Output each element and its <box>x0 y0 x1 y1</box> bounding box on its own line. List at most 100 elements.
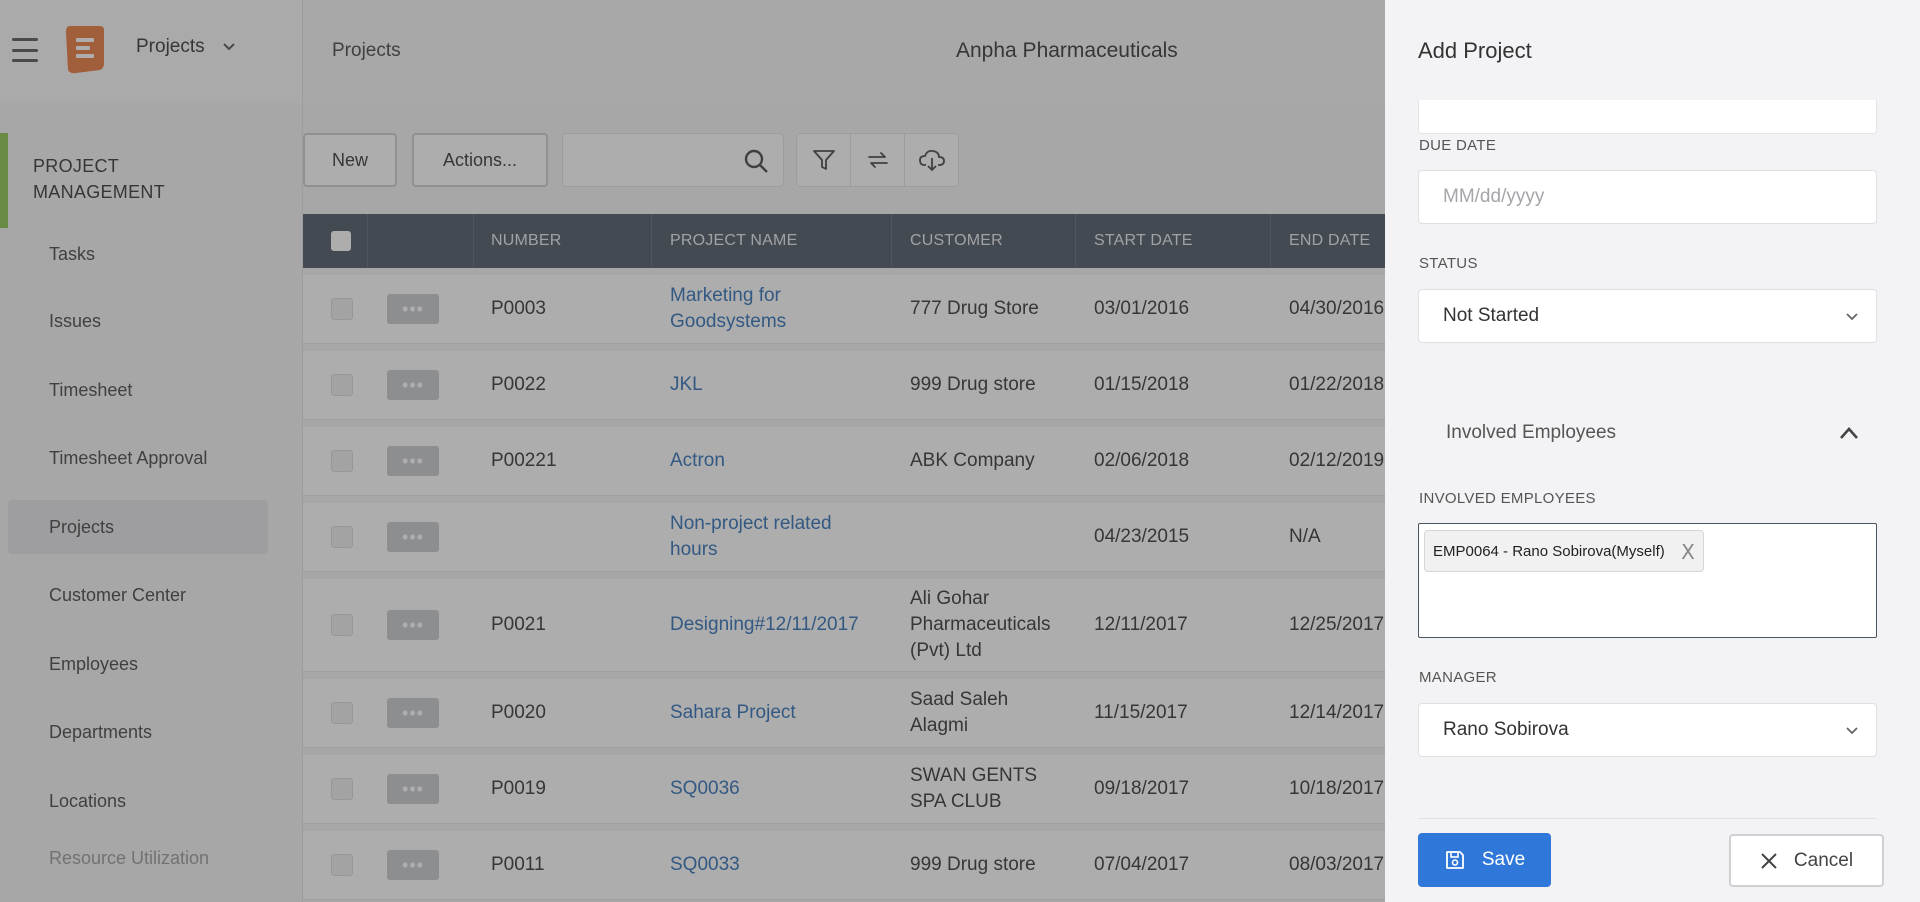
more-icon[interactable]: ••• <box>387 522 439 552</box>
row-checkbox[interactable] <box>331 778 353 800</box>
actions-button[interactable]: Actions... <box>412 133 548 187</box>
more-icon[interactable]: ••• <box>387 610 439 640</box>
column-header-number[interactable]: Number <box>491 214 562 268</box>
cell-start-date: 01/15/2018 <box>1094 374 1190 395</box>
due-date-input[interactable]: MM/dd/yyyy <box>1418 170 1877 224</box>
search-icon[interactable] <box>743 148 769 174</box>
chevron-down-icon <box>1846 727 1858 735</box>
cell-number: P0019 <box>491 778 546 799</box>
save-button[interactable]: Save <box>1418 833 1551 887</box>
sidebar-item-issues[interactable]: Issues <box>8 294 268 348</box>
row-checkbox[interactable] <box>331 298 353 320</box>
app-switcher-zone: Projects <box>0 0 303 103</box>
cell-number: P0003 <box>491 298 546 319</box>
manager-label: MANAGER <box>1419 669 1497 686</box>
cell-end-date: 02/12/2019 <box>1289 450 1385 471</box>
select-all-checkbox[interactable] <box>331 231 351 251</box>
row-checkbox[interactable] <box>331 374 353 396</box>
sidebar-item-employees[interactable]: Employees <box>8 637 268 691</box>
cell-customer: Saad Saleh Alagmi <box>910 689 1009 736</box>
previous-field-edge <box>1418 100 1877 134</box>
row-checkbox[interactable] <box>331 854 353 876</box>
cell-start-date: 12/11/2017 <box>1094 614 1188 635</box>
download-button[interactable] <box>905 134 958 186</box>
footer-divider <box>1418 818 1877 819</box>
cell-number: P0021 <box>491 614 546 635</box>
cell-start-date: 03/01/2016 <box>1094 298 1190 319</box>
module-selector[interactable]: Projects <box>136 36 235 58</box>
cell-customer: SWAN GENTS SPA CLUB <box>910 765 1038 812</box>
drawer-title: Add Project <box>1418 38 1532 63</box>
sidebar-item-projects[interactable]: Projects <box>8 500 268 554</box>
cell-project-name[interactable]: SQ0033 <box>670 852 740 878</box>
cancel-label: Cancel <box>1793 849 1854 871</box>
row-checkbox[interactable] <box>331 614 353 636</box>
cell-project-name[interactable]: Designing#12/11/2017 <box>670 612 859 638</box>
sidebar-item-timesheet-approval[interactable]: Timesheet Approval <box>8 431 268 485</box>
cell-start-date: 07/04/2017 <box>1094 854 1190 875</box>
status-select[interactable]: Not Started <box>1418 289 1877 343</box>
cell-project-name[interactable]: SQ0036 <box>670 776 740 802</box>
cell-customer: ABK Company <box>910 450 1035 471</box>
sidebar-item-tasks[interactable]: Tasks <box>8 227 268 281</box>
involved-employees-label: INVOLVED EMPLOYEES <box>1419 490 1596 507</box>
chevron-down-icon <box>222 43 235 51</box>
cell-project-name[interactable]: JKL <box>670 372 703 398</box>
chevron-up-icon <box>1840 427 1858 439</box>
cell-number: P00221 <box>491 450 557 471</box>
cell-end-date: 08/03/2017 <box>1289 854 1385 875</box>
menu-icon[interactable] <box>12 38 38 62</box>
cell-project-name[interactable]: Marketing for Goodsystems <box>670 283 786 335</box>
column-header-customer[interactable]: Customer <box>910 214 1003 268</box>
cell-customer: 999 Drug store <box>910 374 1036 395</box>
sidebar-item-customer-center[interactable]: Customer Center <box>8 568 268 622</box>
column-header-start-date[interactable]: Start Date <box>1094 214 1193 268</box>
sidebar-item-locations[interactable]: Locations <box>8 774 268 828</box>
close-icon[interactable]: X <box>1681 540 1695 564</box>
save-icon <box>1445 851 1464 869</box>
sidebar-item-timesheet[interactable]: Timesheet <box>8 363 268 417</box>
grid-tools <box>796 133 959 187</box>
cell-project-name[interactable]: Non-project related hours <box>670 511 832 563</box>
more-icon[interactable]: ••• <box>387 850 439 880</box>
app-logo <box>66 26 104 74</box>
cancel-button[interactable]: Cancel <box>1729 834 1884 887</box>
status-label: STATUS <box>1419 255 1478 272</box>
save-label: Save <box>1481 849 1526 870</box>
row-checkbox[interactable] <box>331 702 353 724</box>
row-checkbox[interactable] <box>331 526 353 548</box>
more-icon[interactable]: ••• <box>387 446 439 476</box>
status-value: Not Started <box>1443 305 1540 326</box>
more-icon[interactable]: ••• <box>387 294 439 324</box>
column-header-project-name[interactable]: Project Name <box>670 214 797 268</box>
cell-customer: 999 Drug store <box>910 854 1036 875</box>
sidebar: PROJECT MANAGEMENT Tasks Issues Timeshee… <box>0 103 303 902</box>
section-accent <box>0 133 8 228</box>
sidebar-item-resource-utilization[interactable]: Resource Utilization <box>8 841 268 875</box>
employee-tag: EMP0064 - Rano Sobirova(Myself) X <box>1424 530 1704 572</box>
involved-employees-section-toggle[interactable]: Involved Employees <box>1418 408 1877 458</box>
manager-select[interactable]: Rano Sobirova <box>1418 703 1877 757</box>
more-icon[interactable]: ••• <box>387 774 439 804</box>
cell-start-date: 09/18/2017 <box>1094 778 1190 799</box>
cell-project-name[interactable]: Actron <box>670 448 725 474</box>
refresh-button[interactable] <box>851 134 905 186</box>
filter-button[interactable] <box>797 134 851 186</box>
column-header-end-date[interactable]: End Date <box>1289 214 1370 268</box>
due-date-label: DUE DATE <box>1419 137 1497 154</box>
search-input[interactable] <box>562 133 784 187</box>
cell-end-date: 10/18/2017 <box>1289 778 1385 799</box>
cell-project-name[interactable]: Sahara Project <box>670 700 796 726</box>
sidebar-section-title: PROJECT MANAGEMENT <box>33 156 166 202</box>
filter-icon <box>812 150 835 170</box>
more-icon[interactable]: ••• <box>387 370 439 400</box>
cell-end-date: 04/30/2016 <box>1289 298 1385 319</box>
involved-employees-input[interactable]: EMP0064 - Rano Sobirova(Myself) X <box>1418 523 1877 638</box>
more-icon[interactable]: ••• <box>387 698 439 728</box>
new-button[interactable]: New <box>303 133 397 187</box>
row-checkbox[interactable] <box>331 450 353 472</box>
company-name: Anpha Pharmaceuticals <box>956 39 1178 62</box>
cell-number: P0020 <box>491 702 546 723</box>
close-icon <box>1761 852 1777 869</box>
sidebar-item-departments[interactable]: Departments <box>8 705 268 759</box>
